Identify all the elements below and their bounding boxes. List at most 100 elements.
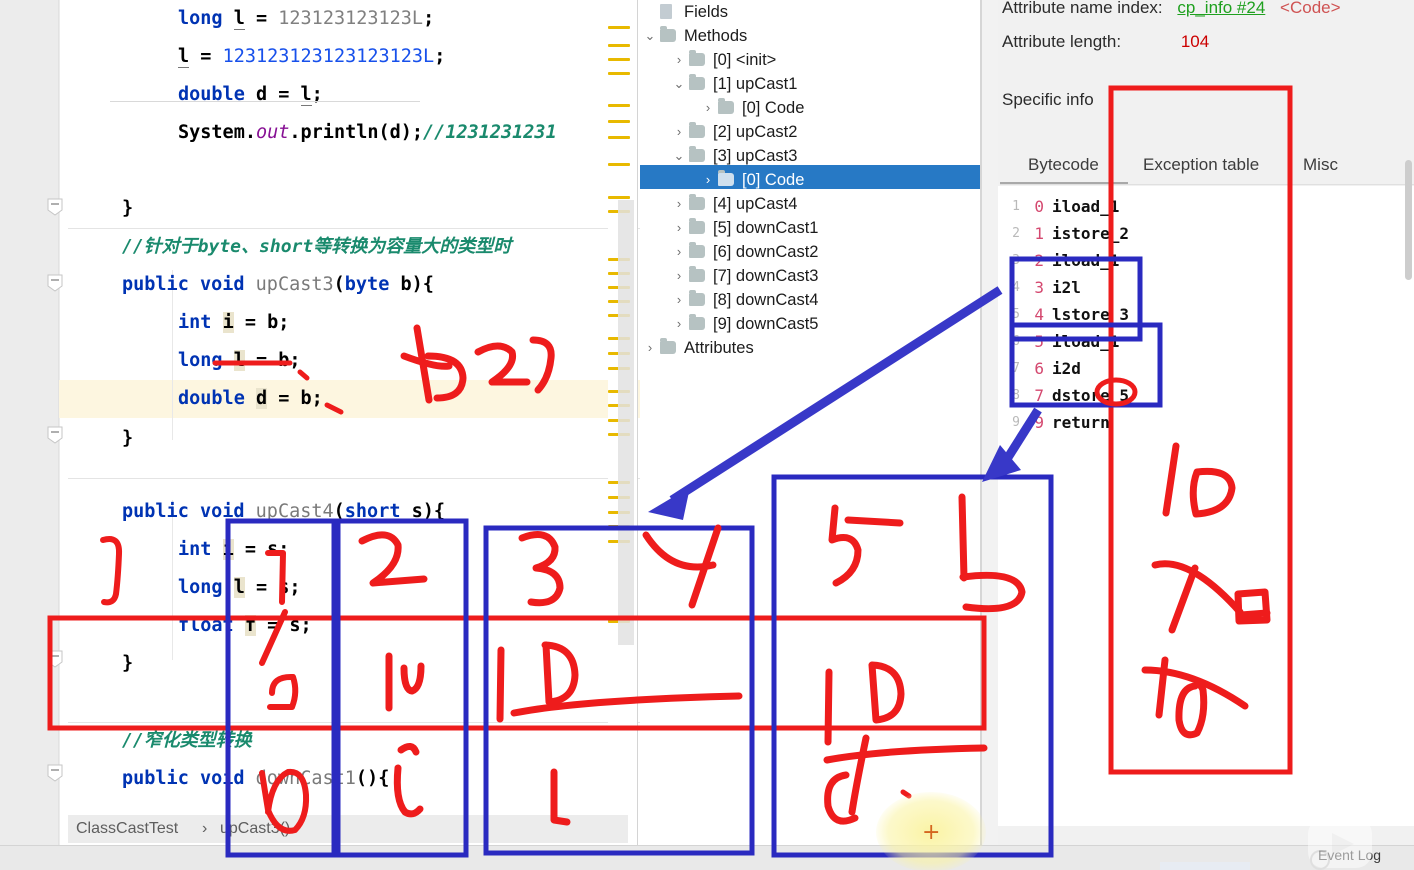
- folder-icon: [718, 98, 734, 114]
- chevron-right-icon[interactable]: ›: [700, 168, 716, 192]
- bytecode-line-number: 8: [1012, 388, 1020, 403]
- code-line: l = 123123123123123123L;: [178, 46, 446, 68]
- chevron-right-icon[interactable]: ›: [671, 264, 687, 288]
- code-line: }: [122, 428, 134, 449]
- chevron-right-icon[interactable]: ›: [671, 216, 687, 240]
- tree-item-label: [7] downCast3: [713, 267, 819, 285]
- chevron-down-icon[interactable]: ⌄: [671, 144, 687, 168]
- breadcrumb-separator: ›: [202, 820, 208, 837]
- tab-misc[interactable]: Misc: [1303, 155, 1338, 175]
- folder-icon: [689, 74, 705, 90]
- chevron-right-icon[interactable]: ›: [671, 288, 687, 312]
- code-line: double d = b;: [178, 388, 323, 409]
- code-line: public void downCast1(){: [122, 768, 390, 789]
- code-line: long l = 123123123123L;: [178, 8, 435, 30]
- chevron-right-icon[interactable]: ›: [671, 240, 687, 264]
- chevron-right-icon[interactable]: ›: [671, 48, 687, 72]
- bytecode-offset: 4: [1034, 305, 1044, 324]
- folder-icon: [689, 146, 705, 162]
- tree-item-label: [8] downCast4: [713, 291, 819, 309]
- bytecode-line-number: 6: [1012, 334, 1020, 349]
- code-line: }: [122, 653, 134, 674]
- tree-selection-highlight: [640, 165, 982, 189]
- bytecode-offset: 5: [1034, 332, 1044, 351]
- specific-info-label: Specific info: [1002, 90, 1094, 109]
- detail-scrollbar-thumb[interactable]: [1405, 160, 1412, 280]
- tree-item-label: [9] downCast5: [713, 315, 819, 333]
- code-line: long l = s;: [178, 577, 301, 598]
- file-icon: [660, 4, 672, 19]
- bytecode-line-number: 1: [1012, 199, 1020, 214]
- breadcrumb[interactable]: ClassCastTest › upCast3(): [68, 815, 628, 843]
- editor-scrollbar-thumb[interactable]: [618, 200, 634, 645]
- tree-item-label: [4] upCast4: [713, 195, 798, 213]
- ide-screenshot: long l = 123123123123L; l = 123123123123…: [0, 0, 1414, 870]
- code-line: public void upCast4(short s){: [122, 501, 446, 522]
- code-text[interactable]: long l = 123123123123L; l = 123123123123…: [0, 0, 585, 845]
- tree-item-label: [2] upCast2: [713, 123, 798, 141]
- tree-item-label: [0] Code: [742, 171, 805, 189]
- chevron-right-icon[interactable]: ›: [642, 336, 658, 360]
- taskbar-thumbnail: [1160, 862, 1250, 870]
- tree-item-label: [0] <init>: [713, 51, 777, 69]
- folder-icon: [660, 338, 676, 354]
- tree-item-label: Fields: [684, 3, 729, 21]
- bytecode-mnemonic: iload_1: [1052, 197, 1120, 216]
- event-log-button[interactable]: Event Log: [1318, 847, 1381, 863]
- bytecode-offset: 1: [1034, 224, 1044, 243]
- tree-item-label: Methods: [684, 27, 748, 45]
- code-line: public void upCast3(byte b){: [122, 274, 434, 295]
- tree-item-label: [0] Code: [742, 99, 805, 117]
- chevron-down-icon[interactable]: ⌄: [642, 24, 658, 48]
- attribute-length-label: Attribute length:: [1002, 32, 1122, 51]
- tree-item-label: [1] upCast1: [713, 75, 798, 93]
- folder-icon: [689, 218, 705, 234]
- code-line-comment: //针对于byte、short等转换为容量大的类型时: [122, 236, 512, 257]
- attribute-name-index-label: Attribute name index:: [1002, 0, 1163, 17]
- bytecode-offset: 0: [1034, 197, 1044, 216]
- folder-icon: [689, 194, 705, 210]
- bytecode-line-number: 5: [1012, 307, 1020, 322]
- tree-item-label: Attributes: [684, 339, 754, 357]
- chevron-right-icon[interactable]: ›: [671, 120, 687, 144]
- chevron-down-icon[interactable]: ⌄: [671, 72, 687, 96]
- bytecode-mnemonic: istore_2: [1052, 224, 1130, 243]
- specific-info-divider: [110, 101, 420, 102]
- bytecode-mnemonic: dstore 5: [1052, 386, 1130, 405]
- chevron-right-icon[interactable]: ›: [671, 312, 687, 336]
- bytecode-offset: 2: [1034, 251, 1044, 270]
- breadcrumb-class[interactable]: ClassCastTest: [76, 820, 178, 838]
- bytecode-offset: 3: [1034, 278, 1044, 297]
- folder-icon: [689, 242, 705, 258]
- bytecode-mnemonic: iload_1: [1052, 251, 1120, 270]
- bytecode-mnemonic: lstore_3: [1052, 305, 1130, 324]
- panel-gap: [982, 0, 998, 845]
- bytecode-mnemonic: i2d: [1052, 359, 1081, 378]
- folder-icon: [689, 290, 705, 306]
- bytecode-line-number: 2: [1012, 226, 1020, 241]
- code-line: double d = l;: [178, 84, 323, 106]
- bytecode-line-number: 4: [1012, 280, 1020, 295]
- bytecode-offset: 9: [1034, 413, 1044, 432]
- bytecode-offset: 7: [1034, 386, 1044, 405]
- tab-bytecode[interactable]: Bytecode: [1028, 155, 1099, 175]
- attribute-length-value: 104: [1180, 32, 1210, 51]
- chevron-right-icon[interactable]: ›: [671, 192, 687, 216]
- attribute-code-tag: <Code>: [1280, 0, 1341, 17]
- chevron-right-icon[interactable]: ›: [700, 96, 716, 120]
- bytecode-mnemonic: i2l: [1052, 278, 1081, 297]
- attribute-name-index-row: Attribute name index: cp_info #24 <Code>: [1002, 0, 1341, 18]
- cp-info-link[interactable]: cp_info #24: [1177, 0, 1265, 17]
- breadcrumb-method[interactable]: upCast3(): [220, 820, 290, 838]
- bytecode-mnemonic: iload_1: [1052, 332, 1120, 351]
- folder-icon: [689, 266, 705, 282]
- code-line: int i = b;: [178, 312, 290, 333]
- code-line: long l = b;: [178, 350, 301, 371]
- code-line: float f = s;: [178, 615, 312, 636]
- editor-strip-divider: [637, 0, 638, 845]
- folder-icon: [689, 122, 705, 138]
- bytecode-line-number: 9: [1012, 415, 1020, 430]
- tab-exception-table[interactable]: Exception table: [1143, 155, 1259, 175]
- code-line-comment: //窄化类型转换: [122, 730, 252, 751]
- code-line: int i = s;: [178, 539, 290, 560]
